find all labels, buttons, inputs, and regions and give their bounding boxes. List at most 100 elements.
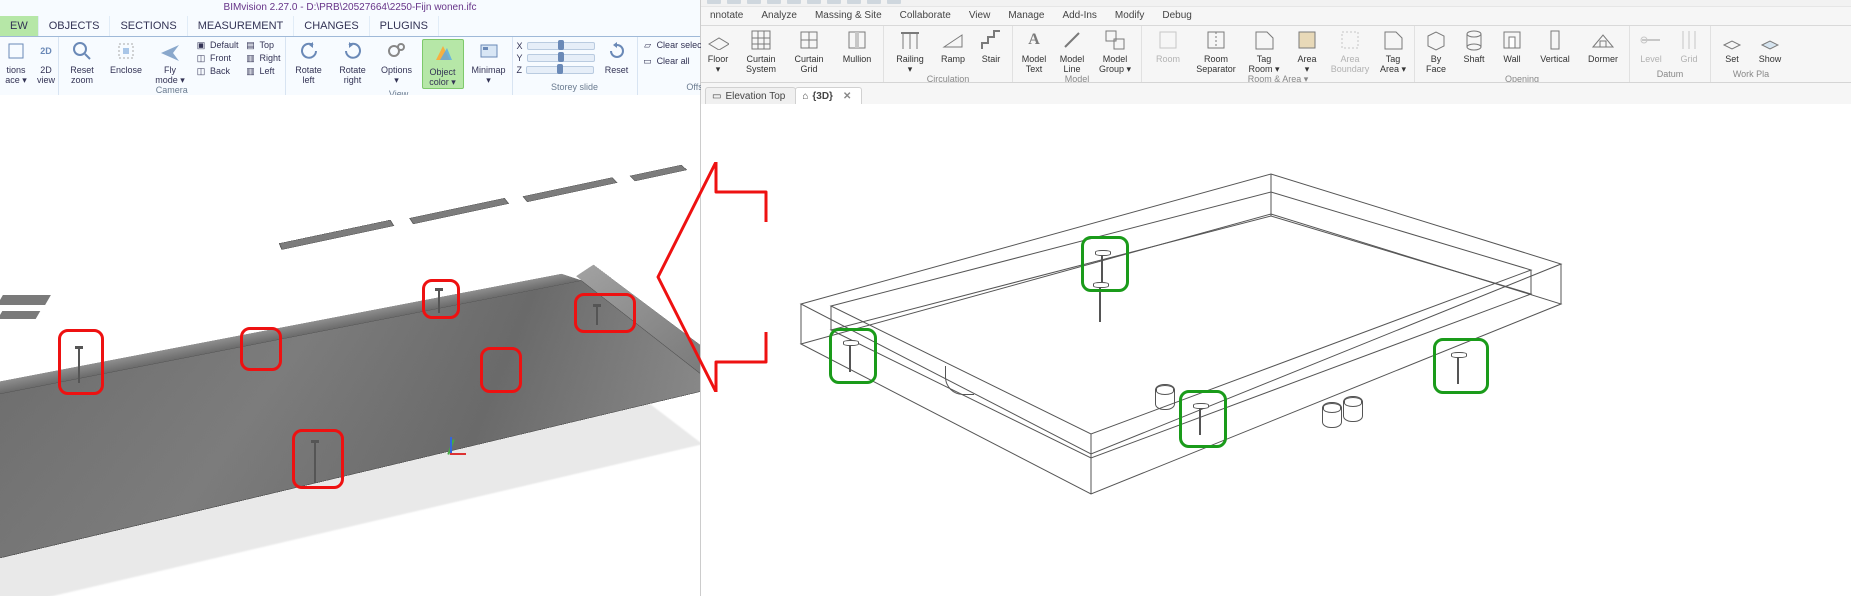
enclose-icon [114,39,138,63]
tab-plugins[interactable]: PLUGINS [370,16,439,36]
tab-objects[interactable]: OBJECTS [39,16,111,36]
cam-back-label: Back [210,66,230,76]
revit-viewport[interactable] [701,104,1851,596]
tab-massing-site[interactable]: Massing & Site [806,7,891,25]
level-icon [1639,28,1663,52]
tag-room-btn[interactable]: TagRoom ▾ [1244,28,1284,74]
minimap-btn[interactable]: Minimap▾ [470,39,508,85]
stair-icon [979,28,1003,52]
stair-btn[interactable]: Stair [976,28,1006,64]
wall-opening-btn[interactable]: Wall [1497,28,1527,64]
model-group-btn[interactable]: ModelGroup ▾ [1095,28,1135,74]
storey-reset-btn[interactable]: Reset [601,39,633,75]
revit-view-tabs: ▭ Elevation Top ⌂ {3D} ✕ [701,83,1851,106]
rotate-right-btn[interactable]: Rotateright [334,39,372,85]
storey-z-label: Z [517,65,523,75]
room-area-group-label: Room & Area ▾ [1148,74,1408,83]
reset-zoom-btn[interactable]: Resetzoom [63,39,101,85]
tab-annotate[interactable]: nnotate [701,7,752,25]
vertical-label: Vertical [1540,54,1570,64]
by-face-btn[interactable]: ByFace [1421,28,1451,74]
palette-icon [431,41,455,65]
model-group-icon [1103,28,1127,52]
object-color-btn[interactable]: Objectcolor ▾ [422,39,464,89]
tab-sections[interactable]: SECTIONS [110,16,187,36]
tab-debug[interactable]: Debug [1153,7,1200,25]
area-btn[interactable]: Area▾ [1292,28,1322,74]
enclose-label: Enclose [110,65,142,75]
grid-icon [1677,28,1701,52]
shaft-label: Shaft [1463,54,1484,64]
viewtab-elevation-top[interactable]: ▭ Elevation Top [705,87,796,105]
curtain-system-btn[interactable]: CurtainSystem [741,28,781,74]
tab-changes[interactable]: CHANGES [294,16,369,36]
storey-z-slider[interactable] [526,66,594,74]
dormer-label: Dormer [1588,54,1618,64]
bimvision-ribbon: tionsace ▾ 2D 2Dview Resetzoom [0,37,700,96]
tag-area-btn[interactable]: TagArea ▾ [1378,28,1408,74]
floor-icon [706,28,730,52]
enclose-btn[interactable]: Enclose [107,39,145,75]
cube-icon: ▣ [195,39,207,51]
sections-btn[interactable]: tionsace ▾ [4,39,28,85]
tab-collaborate[interactable]: Collaborate [891,7,960,25]
highlight-red [480,347,522,393]
cam-front[interactable]: ◫Front [195,52,239,64]
bimvision-viewport[interactable] [0,95,700,596]
viewtab-elevation-top-label: Elevation Top [725,91,785,102]
cam-left[interactable]: ▥Left [245,65,281,77]
room-separator-btn[interactable]: RoomSeparator [1196,28,1236,74]
tab-view[interactable]: View [960,7,1000,25]
mullion-btn[interactable]: Mullion [837,28,877,64]
rotate-left-btn[interactable]: Rotateleft [290,39,328,85]
reset-zoom-label: Resetzoom [70,65,94,85]
close-tab-btn[interactable]: ✕ [843,91,851,102]
tab-manage[interactable]: Manage [999,7,1053,25]
cam-top[interactable]: ▤Top [245,39,281,51]
tab-view[interactable]: EW [0,16,39,36]
vertical-btn[interactable]: Vertical [1535,28,1575,64]
shaft-btn[interactable]: Shaft [1459,28,1489,64]
2d-view-label: 2Dview [37,65,55,85]
opening-group-label: Opening [1421,74,1623,83]
show-btn[interactable]: Show [1755,28,1785,64]
cam-right[interactable]: ▥Right [245,52,281,64]
storey-y-slider[interactable] [527,54,595,62]
floor-btn[interactable]: Floor▾ [703,28,733,74]
cube-icon: ▥ [245,65,257,77]
revit-titlebar [701,0,1851,7]
show-icon [1758,28,1782,52]
ramp-btn[interactable]: Ramp [938,28,968,64]
options-btn[interactable]: Options▾ [378,39,416,85]
tab-analyze[interactable]: Analyze [752,7,806,25]
viewtab-3d[interactable]: ⌂ {3D} ✕ [795,87,862,105]
cube-icon: ▤ [245,39,257,51]
quick-access-toolbar[interactable] [707,0,901,4]
tab-addins[interactable]: Add-Ins [1053,7,1105,25]
cam-back[interactable]: ◫Back [195,65,239,77]
tab-measurement[interactable]: MEASUREMENT [188,16,295,36]
workplane-group-label: Work Pla [1717,69,1785,81]
storey-x-slider[interactable] [527,42,595,50]
area-boundary-icon [1338,28,1362,52]
revit-window: nnotate Analyze Massing & Site Collabora… [701,0,1851,596]
2d-view-btn[interactable]: 2D 2Dview [34,39,58,85]
set-btn[interactable]: Set [1717,28,1747,64]
highlight-green [1433,338,1489,394]
cam-top-label: Top [260,40,275,50]
cam-default[interactable]: ▣Default [195,39,239,51]
bimvision-menu-tabs: EW OBJECTS SECTIONS MEASUREMENT CHANGES … [0,16,700,37]
model-text-btn[interactable]: A ModelText [1019,28,1049,74]
area-label: Area▾ [1297,54,1316,74]
curtain-grid-btn[interactable]: CurtainGrid [789,28,829,74]
dormer-btn[interactable]: Dormer [1583,28,1623,64]
model-text-icon: A [1022,28,1046,52]
level-btn: Level [1636,28,1666,64]
revit-menu-tabs: nnotate Analyze Massing & Site Collabora… [701,7,1851,26]
fly-mode-btn[interactable]: Flymode ▾ [151,39,189,85]
tab-modify[interactable]: Modify [1106,7,1153,25]
railing-btn[interactable]: Railing▾ [890,28,930,74]
model-line-btn[interactable]: ModelLine [1057,28,1087,74]
set-label: Set [1725,54,1739,64]
curtain-system-icon [749,28,773,52]
